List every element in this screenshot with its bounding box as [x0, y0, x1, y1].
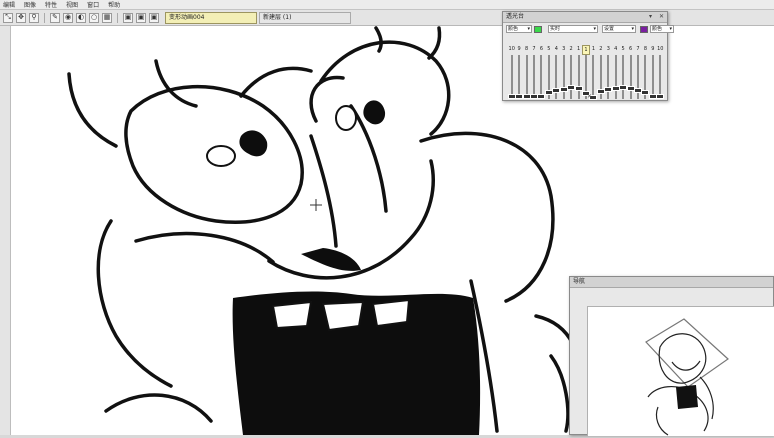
light-table-title: 透光台 — [506, 13, 525, 20]
close-icon[interactable]: ✕ — [659, 12, 664, 22]
zoom-icon[interactable]: ⚲ — [29, 12, 39, 23]
onion-skin-slider[interactable] — [510, 55, 513, 99]
cursor-crosshair — [310, 199, 322, 211]
sketch-teeth — [271, 300, 313, 330]
panel-title: 导航 — [570, 277, 773, 288]
tab-document-layer[interactable]: 新建层 (1) — [259, 12, 351, 24]
thumb-stroke — [671, 360, 701, 371]
sketch-stroke — [374, 26, 383, 53]
onion-skin-slider[interactable] — [562, 55, 565, 99]
onion-skin-slider[interactable] — [659, 55, 662, 99]
onion-skin-slider[interactable] — [629, 55, 632, 99]
collapse-icon[interactable]: ▾ — [649, 12, 652, 22]
grid-icon[interactable]: ▦ — [102, 12, 112, 23]
sketch-stroke — [427, 26, 442, 60]
document-tabs: 变形动画004 新建层 (1) — [165, 12, 351, 24]
thumb-stroke — [645, 318, 729, 388]
left-color-swatch[interactable] — [534, 25, 542, 33]
onion-skin-slider[interactable] — [592, 55, 595, 99]
settings-select[interactable]: 设置 ▾ — [602, 25, 636, 33]
menu-edit[interactable]: 编辑 — [3, 0, 15, 9]
onion-skin-slider[interactable] — [651, 55, 654, 99]
onion-skin-sliders — [507, 55, 665, 100]
sketch-stroke — [154, 59, 198, 108]
menu-help[interactable]: 帮助 — [108, 0, 120, 9]
navigator-title: 导航 — [573, 278, 586, 285]
window-icon[interactable]: ▣ — [123, 12, 133, 23]
sketch-eye-left — [206, 145, 236, 167]
pen-icon[interactable]: ✎ — [50, 12, 60, 23]
thumb-stroke — [655, 406, 669, 436]
right-color-swatch[interactable] — [640, 25, 648, 33]
toolbar-separator — [44, 12, 45, 23]
menu-window[interactable]: 窗口 — [87, 0, 99, 9]
left-color-select[interactable]: 颜色 ▾ — [506, 25, 532, 33]
sketch-stroke — [549, 354, 570, 433]
menu-image[interactable]: 图像 — [24, 0, 36, 9]
toolbar-separator — [117, 12, 118, 23]
right-color-select[interactable]: 颜色 ▾ — [650, 25, 674, 33]
mode-select[interactable]: 实时 ▾ — [548, 25, 598, 33]
sketch-stroke — [309, 134, 338, 248]
window-icon[interactable]: ▣ — [149, 12, 159, 23]
sketch-stroke — [239, 66, 313, 98]
slider-thumb[interactable] — [656, 93, 665, 99]
onion-skin-slider[interactable] — [518, 55, 521, 99]
navigator-preview[interactable] — [587, 306, 774, 436]
menu-properties[interactable]: 特性 — [45, 0, 57, 9]
sketch-stroke — [419, 131, 555, 303]
navigator-panel: 导航 — [569, 276, 774, 436]
onion-skin-slider[interactable] — [570, 55, 573, 99]
onion-skin-slider[interactable] — [525, 55, 528, 99]
transform-icon[interactable]: ⤡ — [3, 12, 13, 23]
sketch-eye-right — [335, 105, 357, 131]
navigator-thumbnail — [645, 318, 729, 436]
onion-skin-slider[interactable] — [577, 55, 580, 99]
left-dock-strip — [0, 26, 11, 435]
frame-number-label: 10 — [657, 46, 664, 52]
onion-skin-slider[interactable] — [607, 55, 610, 99]
bulb-icon[interactable]: ○ — [89, 12, 99, 23]
light-table-panel: 透光台 ▾ ✕ 颜色 ▾ 实时 ▾ 设置 ▾ 颜色 ▾ 10 9 8 7 6 5 4 3 2 1 1 1 2 3 4… — [502, 11, 674, 101]
onion-skin-slider[interactable] — [614, 55, 617, 99]
menu-view[interactable]: 视图 — [66, 0, 78, 9]
thumb-fill — [676, 385, 698, 409]
sketch-fill — [301, 248, 361, 271]
sketch-fill — [239, 130, 268, 157]
onion-skin-slider[interactable] — [622, 55, 625, 99]
contrast-icon[interactable]: ◐ — [76, 12, 86, 23]
sketch-stroke — [104, 393, 213, 423]
menubar: 编辑 图像 特性 视图 窗口 帮助 — [0, 0, 774, 10]
onion-skin-slider[interactable] — [533, 55, 535, 99]
window-icon[interactable]: ▣ — [136, 12, 146, 23]
onion-skin-slider[interactable] — [540, 55, 543, 99]
sketch-stroke — [96, 219, 173, 388]
panel-title: 透光台 ▾ ✕ — [503, 12, 667, 23]
sketch-fill — [363, 100, 386, 125]
color-wheel-icon[interactable]: ◉ — [63, 12, 73, 23]
light-table-options: 颜色 ▾ 实时 ▾ 设置 ▾ 颜色 ▾ — [506, 24, 674, 34]
sketch-teeth — [321, 300, 365, 332]
thumb-stroke — [699, 376, 714, 420]
thumb-stroke — [658, 333, 707, 384]
grab-icon[interactable]: ✥ — [16, 12, 26, 23]
frame-number-row: 10 9 8 7 6 5 4 3 2 1 1 1 2 3 4 5 6 7 8 9 10 — [508, 45, 664, 55]
sketch-stroke — [134, 231, 275, 264]
sketch-teeth — [371, 298, 411, 328]
sketch-stroke — [67, 72, 118, 148]
reset-icon[interactable]: ✕ — [587, 93, 592, 101]
tab-document-active[interactable]: 变形动画004 — [165, 12, 257, 24]
